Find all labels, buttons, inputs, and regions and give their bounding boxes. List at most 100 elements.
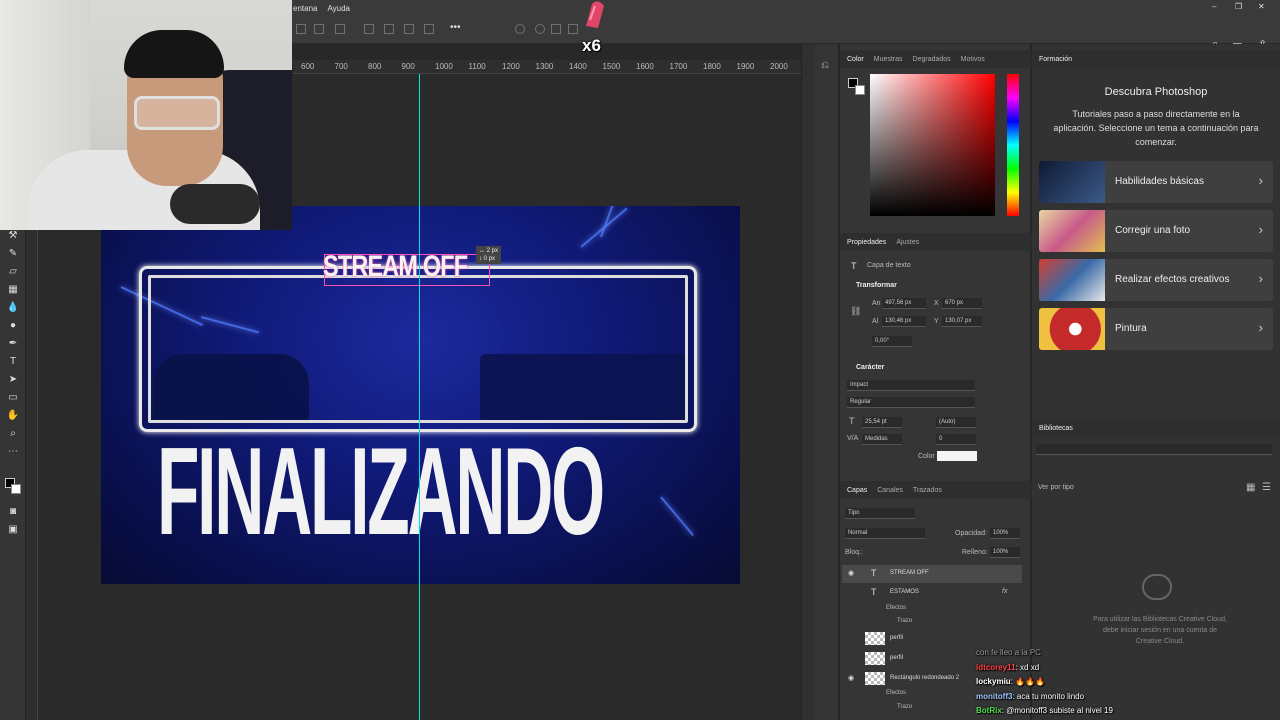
gradient-icon[interactable]: ▦: [6, 284, 20, 296]
leading-field[interactable]: (Auto): [936, 417, 976, 428]
font-size-field[interactable]: 25,54 pt: [862, 417, 902, 428]
layers-tabs: Capas Canales Trazados: [840, 481, 1031, 499]
learn-card-pintura[interactable]: Pintura ›: [1039, 308, 1273, 350]
stamp-tool-icon[interactable]: ⚒: [6, 230, 20, 242]
blend-mode-select[interactable]: Normal: [845, 528, 925, 539]
eraser-icon[interactable]: ▱: [6, 266, 20, 278]
view-by-type-select[interactable]: Ver por tipo: [1038, 484, 1074, 491]
link-icon[interactable]: ⛓: [850, 306, 861, 317]
background-color-icon[interactable]: [11, 484, 21, 494]
text-color-swatch[interactable]: [937, 451, 977, 461]
transform-title[interactable]: Transformar: [856, 282, 897, 289]
minimize-icon[interactable]: –: [1212, 2, 1216, 11]
restore-icon[interactable]: ❐: [1235, 2, 1242, 11]
tab-propiedades[interactable]: Propiedades: [847, 239, 886, 246]
layer-filter-select[interactable]: Tipo: [845, 508, 915, 519]
effects-label[interactable]: Efectos: [886, 605, 906, 611]
effects-label[interactable]: Efectos: [886, 690, 906, 696]
learn-card-corregir[interactable]: Corregir una foto ›: [1039, 210, 1273, 252]
more-icon[interactable]: •••: [450, 22, 461, 33]
character-title[interactable]: Carácter: [856, 364, 884, 371]
tab-motivos[interactable]: Motivos: [961, 56, 985, 63]
tab-formacion[interactable]: Formación: [1039, 56, 1072, 63]
align-left-icon[interactable]: [296, 24, 306, 34]
visibility-eye-icon[interactable]: ◉: [848, 569, 854, 577]
tab-muestras[interactable]: Muestras: [874, 56, 903, 63]
x-field[interactable]: 670 px: [942, 298, 982, 309]
layer-row[interactable]: T ESTAMOS fx: [842, 584, 1022, 602]
tab-trazados[interactable]: Trazados: [913, 487, 942, 494]
3d-pan-icon[interactable]: [551, 24, 561, 34]
tab-ajustes[interactable]: Ajustes: [896, 239, 919, 246]
font-size-icon: T: [849, 416, 855, 426]
history-brush-icon[interactable]: ✎: [6, 248, 20, 260]
align-middle-icon[interactable]: [384, 24, 394, 34]
zoom-tool-icon[interactable]: ⌕: [6, 428, 20, 440]
width-field[interactable]: 497,56 px: [882, 298, 926, 309]
shape-tool-icon[interactable]: ▭: [6, 392, 20, 404]
tracking-field[interactable]: 0: [936, 434, 976, 445]
grid-view-icon[interactable]: ▦: [1246, 482, 1255, 493]
3d-rotate-icon[interactable]: [515, 24, 525, 34]
card-thumbnail: [1039, 308, 1105, 350]
kerning-field[interactable]: Medidas: [862, 434, 902, 445]
tab-canales[interactable]: Canales: [877, 487, 903, 494]
chat-username: monitoff3: [976, 691, 1013, 701]
vertical-guide[interactable]: [419, 74, 420, 720]
finalizando-text[interactable]: FINALIZANDO: [157, 430, 605, 554]
inner-frame: [148, 275, 688, 423]
angle-field[interactable]: 0,00°: [872, 336, 912, 347]
tab-color[interactable]: Color: [847, 56, 864, 63]
fx-icon[interactable]: fx: [1002, 588, 1007, 595]
chat-message: monitoff3: aca tu monito lindo: [976, 692, 1084, 701]
type-tool-icon[interactable]: T: [6, 356, 20, 368]
font-family-select[interactable]: Impact: [847, 380, 975, 391]
list-view-icon[interactable]: ☰: [1262, 482, 1271, 493]
close-icon[interactable]: ✕: [1258, 2, 1265, 11]
layer-row[interactable]: ◉ T STREAM OFF: [842, 565, 1022, 583]
fill-field[interactable]: 100%: [990, 547, 1020, 558]
canvas-scrollbar[interactable]: [801, 44, 815, 720]
hue-slider[interactable]: [1007, 74, 1019, 216]
align-top-icon[interactable]: [364, 24, 374, 34]
path-select-icon[interactable]: ➤: [6, 374, 20, 386]
y-field[interactable]: 130,07 px: [942, 316, 982, 327]
stroke-effect-label[interactable]: Trazo: [897, 704, 912, 710]
align-center-icon[interactable]: [314, 24, 324, 34]
3d-slide-icon[interactable]: [568, 24, 578, 34]
tab-bibliotecas[interactable]: Bibliotecas: [1039, 425, 1073, 432]
stream-off-text[interactable]: STREAM OFF: [323, 250, 468, 284]
stroke-effect-label[interactable]: Trazo: [897, 618, 912, 624]
screen-mode-icon[interactable]: ▣: [6, 524, 20, 536]
more-tools-icon[interactable]: ⋯: [6, 446, 20, 458]
learn-card-efectos[interactable]: Realizar efectos creativos ›: [1039, 259, 1273, 301]
distribute-icon[interactable]: [424, 24, 434, 34]
opacity-field[interactable]: 100%: [990, 528, 1020, 539]
align-right-icon[interactable]: [335, 24, 345, 34]
font-style-select[interactable]: Regular: [847, 397, 975, 408]
quick-mask-icon[interactable]: ◙: [6, 506, 20, 518]
menu-ventana[interactable]: entana: [293, 4, 317, 13]
document-artwork[interactable]: STREAM OFF ↔ 2 px ↕ 0 px FINALIZANDO: [101, 206, 740, 584]
layer-row[interactable]: perfil: [842, 630, 1022, 648]
creative-cloud-icon: [1142, 574, 1172, 600]
blur-icon[interactable]: 💧: [6, 302, 20, 314]
chat-text: con fe lleo a la PC: [976, 648, 1041, 657]
learn-card-habilidades[interactable]: Habilidades básicas ›: [1039, 161, 1273, 203]
pen-icon[interactable]: ✒: [6, 338, 20, 350]
visibility-eye-icon[interactable]: ◉: [848, 674, 854, 682]
dodge-icon[interactable]: ●: [6, 320, 20, 332]
tab-degradados[interactable]: Degradados: [913, 56, 951, 63]
lock-label: Bloq.:: [845, 549, 863, 556]
3d-roll-icon[interactable]: [535, 24, 545, 34]
tab-capas[interactable]: Capas: [847, 487, 867, 494]
chat-message: con fe lleo a la PC: [976, 648, 1041, 657]
align-bottom-icon[interactable]: [404, 24, 414, 34]
library-search-input[interactable]: [1036, 444, 1272, 455]
background-swatch[interactable]: [855, 85, 865, 95]
height-field[interactable]: 130,46 px: [882, 316, 926, 327]
history-icon[interactable]: ⎌: [821, 60, 829, 71]
color-picker-field[interactable]: [870, 74, 995, 216]
menu-ayuda[interactable]: Ayuda: [327, 4, 350, 13]
hand-tool-icon[interactable]: ✋: [6, 410, 20, 422]
